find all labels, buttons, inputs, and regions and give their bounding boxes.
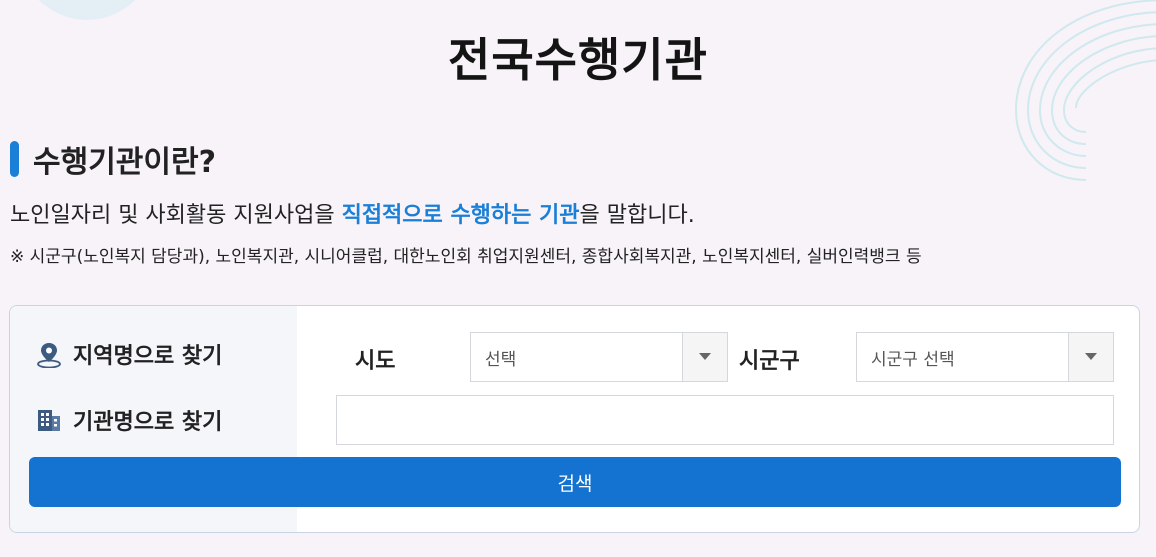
page-title: 전국수행기관: [448, 33, 708, 87]
location-pin-icon: [37, 343, 61, 368]
decorative-circle: [12, 0, 162, 20]
desc-highlight: 직접적으로 수행하는 기관: [341, 203, 580, 228]
search-button[interactable]: 검색: [29, 457, 1121, 507]
section-note: ※ 시군구(노인복지 담당과), 노인복지관, 시니어클럽, 대한노인회 취업지…: [10, 247, 922, 267]
sido-select-value: 선택: [485, 350, 517, 370]
section-description: 노인일자리 및 사회활동 지원사업을 직접적으로 수행하는 기관을 말합니다.: [10, 197, 695, 229]
search-by-region-option[interactable]: 지역명으로 찾기: [35, 338, 222, 370]
chevron-down-icon: [699, 353, 711, 360]
sido-select[interactable]: 선택: [470, 332, 728, 382]
desc-text-before: 노인일자리 및 사회활동 지원사업을: [10, 203, 342, 228]
sigungu-label: 시군구: [739, 349, 800, 374]
sido-dropdown-button[interactable]: [682, 333, 727, 381]
section-heading: 수행기관이란?: [10, 137, 216, 181]
search-by-name-label: 기관명으로 찾기: [73, 410, 223, 435]
section-accent-bar: [10, 141, 19, 177]
sido-label: 시도: [355, 349, 396, 374]
sigungu-dropdown-button[interactable]: [1068, 333, 1113, 381]
building-icon: [38, 410, 60, 431]
desc-text-after: 을 말합니다.: [579, 203, 695, 228]
chevron-down-icon: [1085, 353, 1097, 360]
institution-name-input[interactable]: [336, 395, 1114, 445]
search-by-name-option[interactable]: 기관명으로 찾기: [35, 404, 222, 436]
page: 전국수행기관 수행기관이란? 노인일자리 및 사회활동 지원사업을 직접적으로 …: [0, 0, 1156, 557]
sigungu-select-value: 시군구 선택: [871, 350, 955, 370]
search-by-region-label: 지역명으로 찾기: [73, 344, 223, 369]
section-title: 수행기관이란?: [33, 145, 217, 180]
search-panel: 지역명으로 찾기 기관명으로 찾기 시도 선택 시군구 시군구 선택 검색: [9, 305, 1140, 533]
sigungu-select[interactable]: 시군구 선택: [856, 332, 1114, 382]
